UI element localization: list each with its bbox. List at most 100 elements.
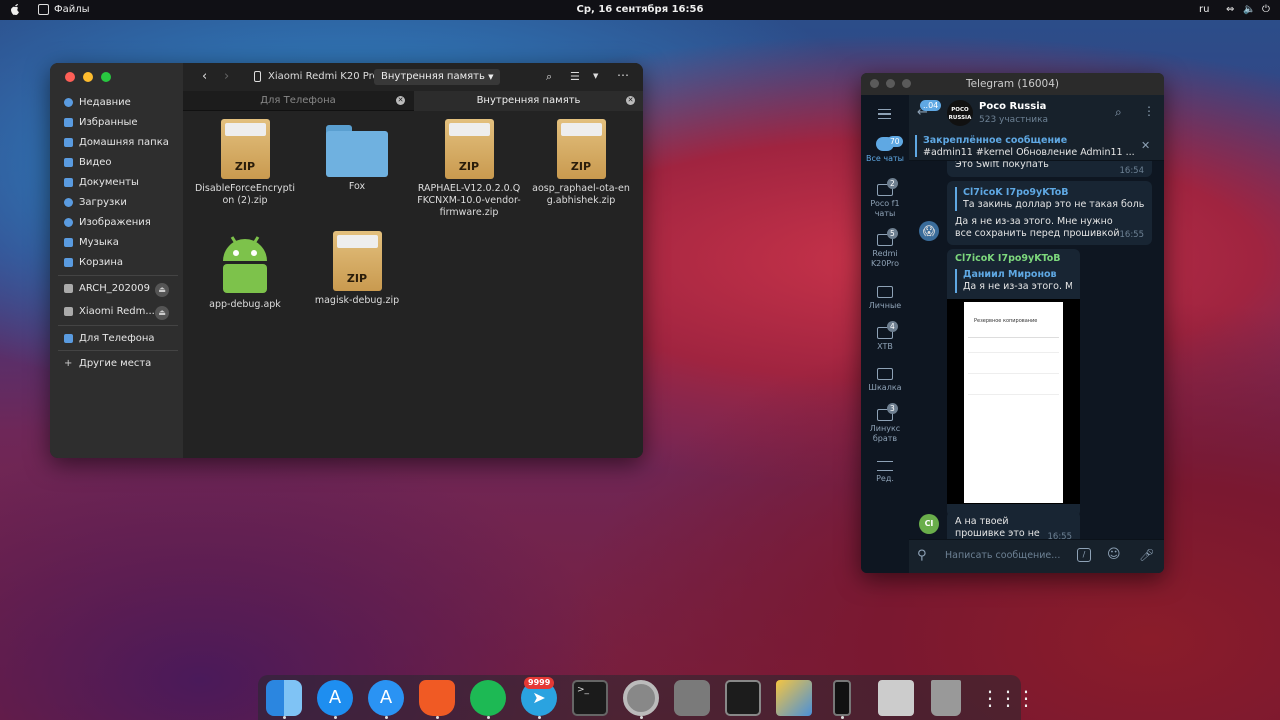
maximize-button[interactable] bbox=[902, 79, 911, 88]
sidebar-item-phone[interactable]: Xiaomi Redm... bbox=[64, 306, 155, 317]
system-prefs-icon[interactable] bbox=[674, 680, 710, 716]
minimize-button[interactable] bbox=[886, 79, 895, 88]
sidebar-item-music[interactable]: Музыка bbox=[64, 237, 119, 248]
sidebar-item-downloads[interactable]: Загрузки bbox=[64, 197, 127, 208]
eject-icon[interactable]: ⏏ bbox=[155, 306, 169, 320]
tab-internal-storage[interactable]: Внутренняя память bbox=[414, 91, 643, 111]
message-input[interactable]: Написать сообщение... bbox=[945, 550, 1060, 561]
running-indicator bbox=[538, 716, 541, 719]
document-icon bbox=[64, 178, 73, 187]
sidebar-item-arch-drive[interactable]: ARCH_202009 bbox=[64, 283, 150, 294]
folder-xtb[interactable]: XTB 4 bbox=[861, 321, 909, 352]
file-item[interactable]: ZIP RAPHAEL-V12.0.2.0.QFKCNXM-10.0-vendo… bbox=[413, 119, 525, 219]
launcher-icon[interactable]: ⋮⋮⋮ bbox=[980, 680, 1036, 716]
sidebar-item-home[interactable]: Домашняя папка bbox=[64, 137, 169, 148]
terminal-icon[interactable]: >_ bbox=[572, 680, 608, 716]
tab-for-phone[interactable]: Для Телефона bbox=[183, 91, 413, 111]
appstore2-icon[interactable]: A bbox=[368, 680, 404, 716]
hamburger-menu-icon[interactable] bbox=[878, 109, 891, 119]
file-item[interactable]: ZIP DisableForceEncryption (2).zip bbox=[189, 119, 301, 207]
telegram-window: Telegram (16004) Все чаты 70 Poco f1 чат… bbox=[861, 73, 1164, 573]
sliders-icon bbox=[877, 461, 893, 471]
folder-icon bbox=[877, 286, 893, 298]
keyboard-layout[interactable]: ru bbox=[1199, 4, 1209, 15]
file-name: RAPHAEL-V12.0.2.0.QFKCNXM-10.0-vendor-fi… bbox=[417, 183, 521, 218]
volume-icon[interactable]: 🔈 bbox=[1243, 4, 1255, 15]
sidebar-item-recent[interactable]: Недавние bbox=[64, 97, 131, 108]
path-button[interactable]: Внутренняя память ▼ bbox=[374, 69, 501, 85]
folder-linux[interactable]: Линукс братв 3 bbox=[861, 403, 909, 444]
sidebar-item-for-phone[interactable]: Для Телефона bbox=[64, 333, 155, 344]
disk-icon[interactable] bbox=[878, 680, 914, 716]
power-icon[interactable]: ⏻ bbox=[1262, 4, 1270, 15]
folder-personal[interactable]: Личные bbox=[861, 286, 909, 311]
attached-screenshot[interactable]: Резервное копирование bbox=[947, 299, 1080, 504]
pinned-message[interactable]: Закреплённое сообщение #admin11 #kernel … bbox=[909, 131, 1164, 161]
close-button[interactable] bbox=[870, 79, 879, 88]
clock[interactable]: Ср, 16 сентября 16:56 bbox=[0, 4, 1280, 15]
sidebar-item-images[interactable]: Изображения bbox=[64, 217, 151, 228]
search-icon[interactable]: ⌕ bbox=[546, 70, 552, 84]
close-button[interactable] bbox=[65, 72, 75, 82]
chat-avatar[interactable]: POCO RUSSIA bbox=[947, 100, 973, 126]
menu-icon[interactable]: ⋯ bbox=[617, 68, 629, 82]
chat-members: 523 участника bbox=[979, 115, 1049, 125]
spotify-icon[interactable] bbox=[470, 680, 506, 716]
file-item[interactable]: ZIP aosp_raphael-ota-eng.abhishek.zip bbox=[525, 119, 637, 207]
appstore-icon[interactable]: A bbox=[317, 680, 353, 716]
sidebar-item-video[interactable]: Видео bbox=[64, 157, 112, 168]
folder-shkalka[interactable]: Шкалка bbox=[861, 368, 909, 393]
message-bubble[interactable]: Cl7icoK I7po9yKToB Даниил Миронов Да я н… bbox=[947, 249, 1080, 517]
folder-item[interactable]: Fox bbox=[301, 119, 413, 193]
forward-icon[interactable]: › bbox=[224, 69, 229, 84]
photos-icon[interactable] bbox=[776, 680, 812, 716]
file-item[interactable]: ZIP magisk-debug.zip bbox=[301, 231, 413, 307]
list-view-icon[interactable]: ☰ bbox=[570, 70, 580, 83]
maximize-button[interactable] bbox=[101, 72, 111, 82]
folder-all-chats[interactable]: Все чаты 70 bbox=[861, 136, 909, 164]
brave-icon[interactable] bbox=[419, 680, 455, 716]
folder-poco-f1[interactable]: Poco f1 чаты 2 bbox=[861, 178, 909, 219]
close-tab-icon[interactable]: ✕ bbox=[396, 96, 405, 105]
music-icon bbox=[64, 238, 73, 247]
sender-avatar[interactable]: 😱 bbox=[919, 221, 939, 241]
message-bubble[interactable]: Cl7icoK I7po9yKToB Та закинь доллар это … bbox=[947, 181, 1152, 245]
reply-quote[interactable]: Даниил Миронов Да я не из-за этого. Мне … bbox=[955, 269, 1072, 293]
phone-icon[interactable] bbox=[833, 680, 851, 716]
attach-icon[interactable]: ⚲ bbox=[917, 548, 927, 563]
file-item[interactable]: app-debug.apk bbox=[189, 231, 301, 311]
sender-avatar[interactable]: CI bbox=[919, 514, 939, 534]
folder-edit[interactable]: Ред. bbox=[861, 461, 909, 484]
message-bubble[interactable]: Это Swift покупать 16:54 bbox=[947, 161, 1152, 177]
reply-quote[interactable]: Cl7icoK I7po9yKToB Та закинь доллар это … bbox=[955, 187, 1144, 211]
close-icon[interactable]: ✕ bbox=[1141, 139, 1150, 152]
finder-icon[interactable] bbox=[266, 680, 302, 716]
settings-icon[interactable] bbox=[623, 680, 659, 716]
location-label[interactable]: Xiaomi Redmi K20 Pro bbox=[268, 71, 379, 82]
sidebar-item-other-places[interactable]: + Другие места bbox=[64, 358, 151, 369]
message-bubble[interactable]: А на твоей прошивке это не работает? 16:… bbox=[947, 511, 1080, 539]
microphone-icon[interactable]: 🎤︎ bbox=[1139, 548, 1154, 562]
search-icon[interactable]: ⌕ bbox=[1115, 105, 1122, 120]
sidebar-item-trash[interactable]: Корзина bbox=[64, 257, 123, 268]
close-tab-icon[interactable]: ✕ bbox=[626, 96, 635, 105]
network-icon[interactable]: ⇔ bbox=[1226, 4, 1234, 15]
monitor-icon[interactable] bbox=[725, 680, 761, 716]
minimize-button[interactable] bbox=[83, 72, 93, 82]
sidebar-item-favorites[interactable]: Избранные bbox=[64, 117, 138, 128]
commands-icon[interactable]: / bbox=[1077, 548, 1091, 562]
emoji-icon[interactable]: ☺ bbox=[1107, 547, 1121, 562]
running-indicator bbox=[385, 716, 388, 719]
more-icon[interactable]: ⋮ bbox=[1143, 104, 1155, 118]
folder-redmi-k20pro[interactable]: Redmi K20Pro 5 bbox=[861, 228, 909, 269]
sidebar-item-documents[interactable]: Документы bbox=[64, 177, 139, 188]
file-name: aosp_raphael-ota-eng.abhishek.zip bbox=[532, 183, 630, 206]
chevron-down-icon[interactable]: ▼ bbox=[593, 72, 598, 80]
eject-icon[interactable]: ⏏ bbox=[155, 283, 169, 297]
notification-badge: 9999 bbox=[524, 677, 555, 689]
trash-icon[interactable] bbox=[931, 680, 961, 716]
files-tabs: Для Телефона ✕ Внутренняя память ✕ bbox=[183, 91, 643, 111]
chat-name[interactable]: Poco Russia bbox=[979, 101, 1046, 112]
back-icon[interactable]: ‹ bbox=[202, 69, 207, 84]
sender-name[interactable]: Cl7icoK I7po9yKToB bbox=[947, 253, 1080, 265]
